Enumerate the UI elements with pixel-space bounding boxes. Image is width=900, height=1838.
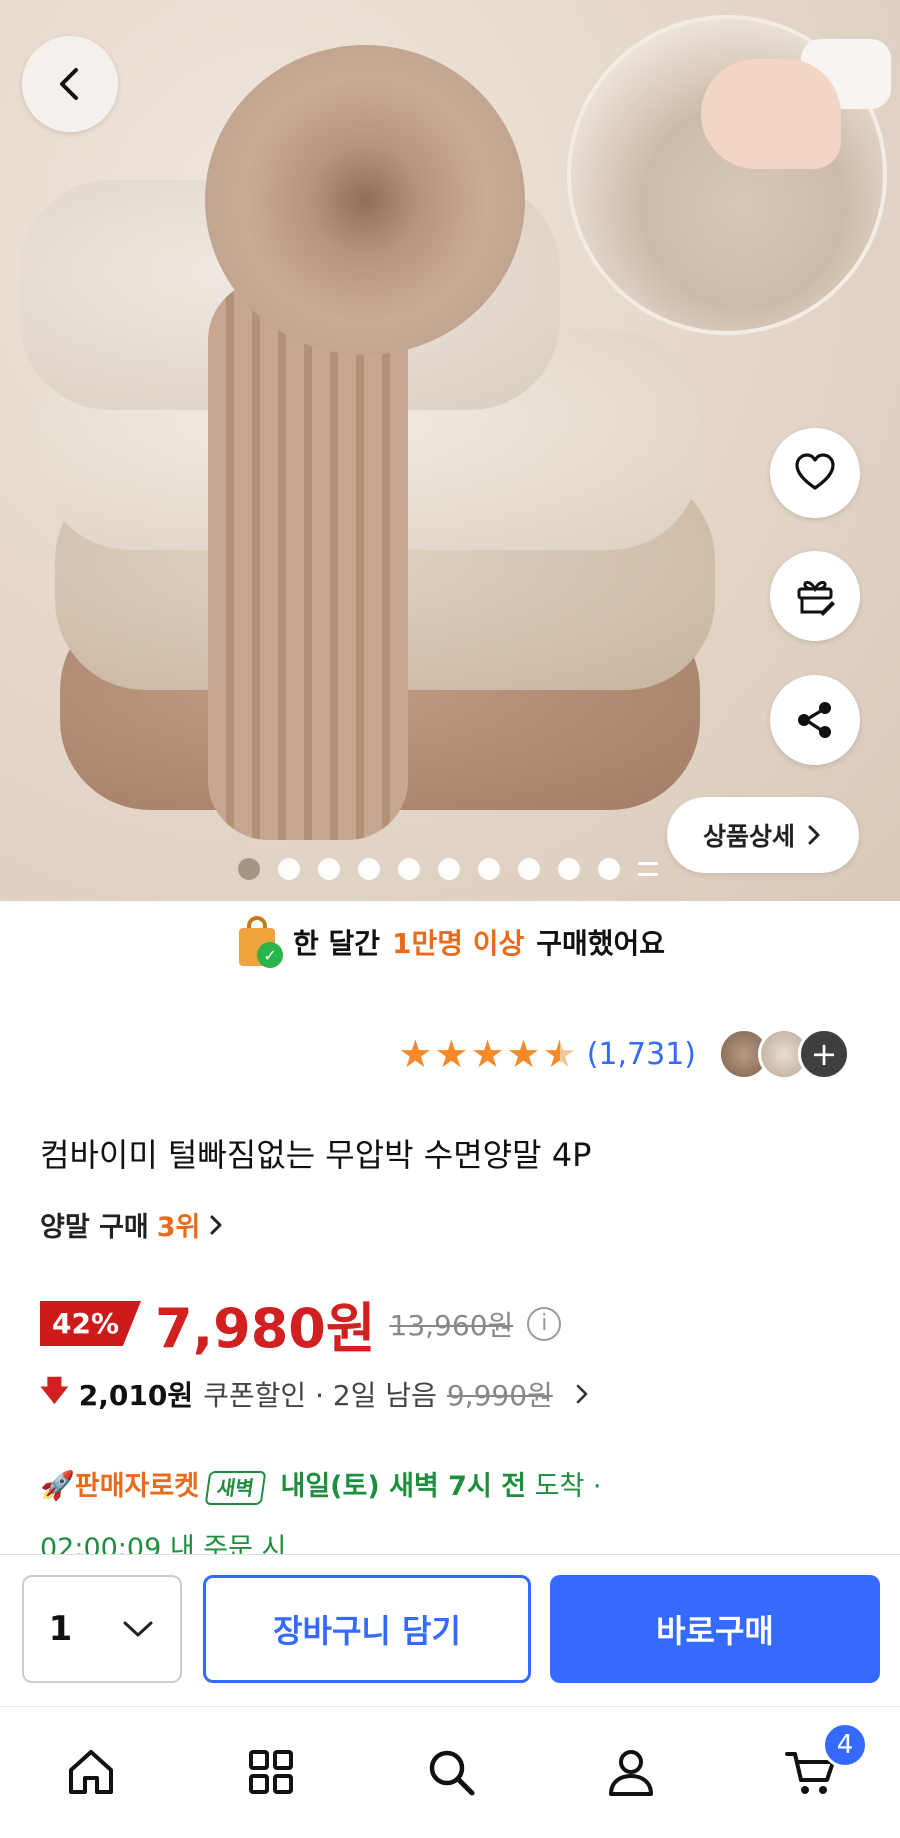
banner-highlight: 1만명 이상	[391, 927, 525, 960]
home-icon	[69, 1750, 113, 1794]
add-to-cart-button[interactable]: 장바구니 담기	[203, 1575, 531, 1683]
tab-my-account[interactable]	[596, 1737, 666, 1807]
carousel-dot[interactable]	[358, 858, 380, 880]
product-photo-sock-tail	[208, 280, 408, 840]
shopping-bag-check-icon: ✓	[235, 916, 283, 968]
tab-search[interactable]	[416, 1737, 486, 1807]
product-image-carousel[interactable]: 상품상세	[0, 0, 900, 901]
info-icon[interactable]: i	[527, 1306, 562, 1341]
heart-icon	[795, 453, 835, 490]
dawn-delivery-badge: 새벽	[204, 1471, 267, 1505]
cart-count-badge: 4	[822, 1722, 868, 1768]
rank-value: 3위	[156, 1212, 201, 1243]
back-button[interactable]	[22, 36, 118, 132]
coupon-amount: 2,010원	[78, 1379, 194, 1412]
star-full-icon: ★	[470, 1032, 505, 1076]
quantity-value: 1	[48, 1609, 73, 1649]
star-full-icon: ★	[434, 1032, 469, 1076]
star-half-icon: ★	[542, 1032, 577, 1076]
star-full-icon: ★	[506, 1032, 541, 1076]
tab-home[interactable]	[56, 1737, 126, 1807]
coupon-discount-row[interactable]: 🡇 2,010원 쿠폰할인 · 2일 남음 9,990원	[40, 1370, 591, 1418]
gift-button[interactable]	[770, 551, 860, 641]
user-icon	[609, 1750, 653, 1796]
gift-icon	[797, 580, 835, 616]
carousel-dot[interactable]	[518, 858, 540, 880]
original-price: 13,960원	[389, 1308, 514, 1342]
purchase-action-bar: 1 장바구니 담기 바로구매	[0, 1554, 900, 1706]
product-title: 컴바이미 털빠짐없는 무압박 수면양말 4P	[40, 1136, 592, 1174]
seller-rocket-label: 판매자로켓	[74, 1471, 200, 1502]
search-icon	[429, 1750, 475, 1796]
coupon-original-price: 9,990원	[446, 1379, 553, 1412]
price-row: 42% 7,980원 13,960원 i	[40, 1284, 562, 1363]
buy-now-button[interactable]: 바로구매	[550, 1575, 880, 1683]
carousel-more-icon[interactable]	[638, 862, 658, 876]
carousel-dot[interactable]	[438, 858, 460, 880]
banner-prefix: 한 달간	[292, 927, 380, 960]
carousel-dot[interactable]	[598, 858, 620, 880]
chevron-down-icon	[123, 1621, 153, 1637]
chevron-right-icon	[576, 1384, 588, 1404]
banner-suffix: 구매했어요	[536, 927, 666, 960]
purchase-count-banner: ✓ 한 달간 1만명 이상 구매했어요	[0, 901, 900, 983]
carousel-dot[interactable]	[278, 858, 300, 880]
star-full-icon: ★	[398, 1032, 433, 1076]
product-photo-inset	[567, 15, 891, 335]
bottom-tab-bar	[0, 1706, 900, 1838]
chevron-right-icon	[808, 825, 820, 845]
arrow-down-icon: 🡇	[40, 1374, 69, 1407]
sale-price: 7,980원	[155, 1297, 376, 1360]
tab-categories[interactable]	[236, 1737, 306, 1807]
chevron-right-icon	[210, 1215, 222, 1234]
discount-badge: 42%	[40, 1301, 142, 1346]
carousel-dot[interactable]	[238, 858, 260, 880]
rank-prefix: 양말 구매	[40, 1212, 149, 1243]
product-photo-sock-roll	[205, 45, 525, 355]
carousel-dot[interactable]	[318, 858, 340, 880]
arrival-suffix: 도착 ·	[534, 1471, 602, 1502]
share-icon	[798, 702, 831, 738]
category-rank-link[interactable]: 양말 구매 3위	[40, 1205, 224, 1244]
rating-summary[interactable]: ★ ★ ★ ★ ★ (1,731) +	[398, 1028, 850, 1080]
star-rating: ★ ★ ★ ★ ★	[398, 1032, 576, 1076]
arrival-time: 내일(토) 새벽 7시 전	[280, 1471, 527, 1502]
product-detail-label: 상품상세	[702, 822, 795, 851]
grid-icon	[249, 1750, 293, 1794]
coupon-text: 쿠폰할인 · 2일 남음	[203, 1379, 437, 1412]
quantity-select[interactable]: 1	[22, 1575, 182, 1683]
carousel-dot[interactable]	[398, 858, 420, 880]
more-reviews-icon[interactable]: +	[798, 1028, 850, 1080]
carousel-dots	[238, 858, 658, 880]
carousel-dot[interactable]	[478, 858, 500, 880]
rocket-icon: 🚀	[40, 1469, 75, 1502]
share-button[interactable]	[770, 675, 860, 765]
wishlist-button[interactable]	[770, 428, 860, 518]
chevron-left-icon	[60, 68, 78, 100]
carousel-dot[interactable]	[558, 858, 580, 880]
review-photos[interactable]: +	[718, 1028, 850, 1080]
review-count[interactable]: (1,731)	[587, 1037, 696, 1072]
product-detail-button[interactable]: 상품상세	[667, 797, 859, 873]
